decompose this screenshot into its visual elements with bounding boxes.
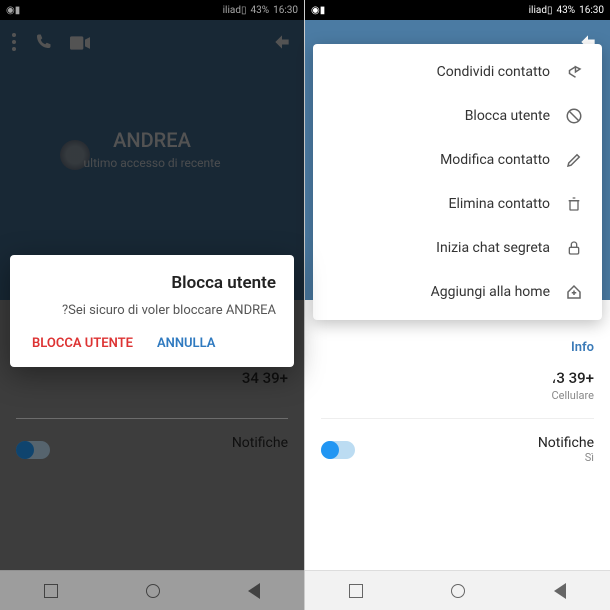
context-menu: Condividi contatto Blocca utente Modific… [313,44,602,320]
share-icon [564,62,584,82]
notifications-row[interactable]: Notifiche Sì [321,435,594,464]
home-icon[interactable] [451,584,465,598]
notif-toggle[interactable] [321,441,355,459]
menu-delete-contact[interactable]: Elimina contatto [313,182,602,226]
menu-label: Blocca utente [465,108,550,124]
confirm-button[interactable]: BLOCCA UTENTE [32,336,133,351]
menu-add-home[interactable]: Aggiungi alla home [313,270,602,314]
wifi-icon: ◉ [311,5,320,16]
menu-block-user[interactable]: Blocca utente [313,94,602,138]
info-heading: Info [321,340,594,355]
block-dialog: Blocca utente Sei sicuro di voler blocca… [10,255,294,367]
dialog-title: Blocca utente [28,273,276,293]
delete-icon [564,194,584,214]
dialog-message: Sei sicuro di voler bloccare ANDREA? [28,303,276,318]
battery-pct: 43% [557,5,576,16]
edit-icon [564,150,584,170]
menu-label: Aggiungi alla home [431,284,550,300]
menu-label: Inizia chat segreta [436,240,550,256]
screenshot-right: 16:30 43% ▯ iliad ▮ ◉ Condividi contatto… [305,0,610,610]
menu-label: Condividi contatto [437,64,550,80]
screenshot-left: 16:30 43% ▯ iliad ▮ ◉ ANDREA ultimo acce… [0,0,305,610]
notif-label: Notifiche [355,435,594,451]
phone-type: Cellulare [321,389,594,402]
phone-number[interactable]: +39 3، [321,369,594,387]
lock-icon [564,238,584,258]
clock: 16:30 [579,5,604,16]
profile-header: Condividi contatto Blocca utente Modific… [305,20,610,300]
menu-edit-contact[interactable]: Modifica contatto [313,138,602,182]
divider [321,418,594,419]
signal-icon: ▮ [320,5,326,16]
block-icon [564,106,584,126]
menu-share-contact[interactable]: Condividi contatto [313,50,602,94]
menu-secret-chat[interactable]: Inizia chat segreta [313,226,602,270]
cancel-button[interactable]: ANNULLA [157,336,215,351]
back-nav-icon[interactable] [554,583,566,599]
carrier: iliad [529,5,547,16]
recent-apps-icon[interactable] [349,584,363,598]
status-bar: 16:30 43% ▯ iliad ▮ ◉ [305,0,610,20]
menu-label: Elimina contatto [448,196,550,212]
profile-content: Info +39 3، Cellulare Notifiche Sì [305,300,610,570]
battery-icon: ▯ [547,5,553,16]
home-add-icon [564,282,584,302]
notif-value: Sì [355,451,594,464]
nav-bar [305,570,610,610]
menu-label: Modifica contatto [440,152,550,168]
